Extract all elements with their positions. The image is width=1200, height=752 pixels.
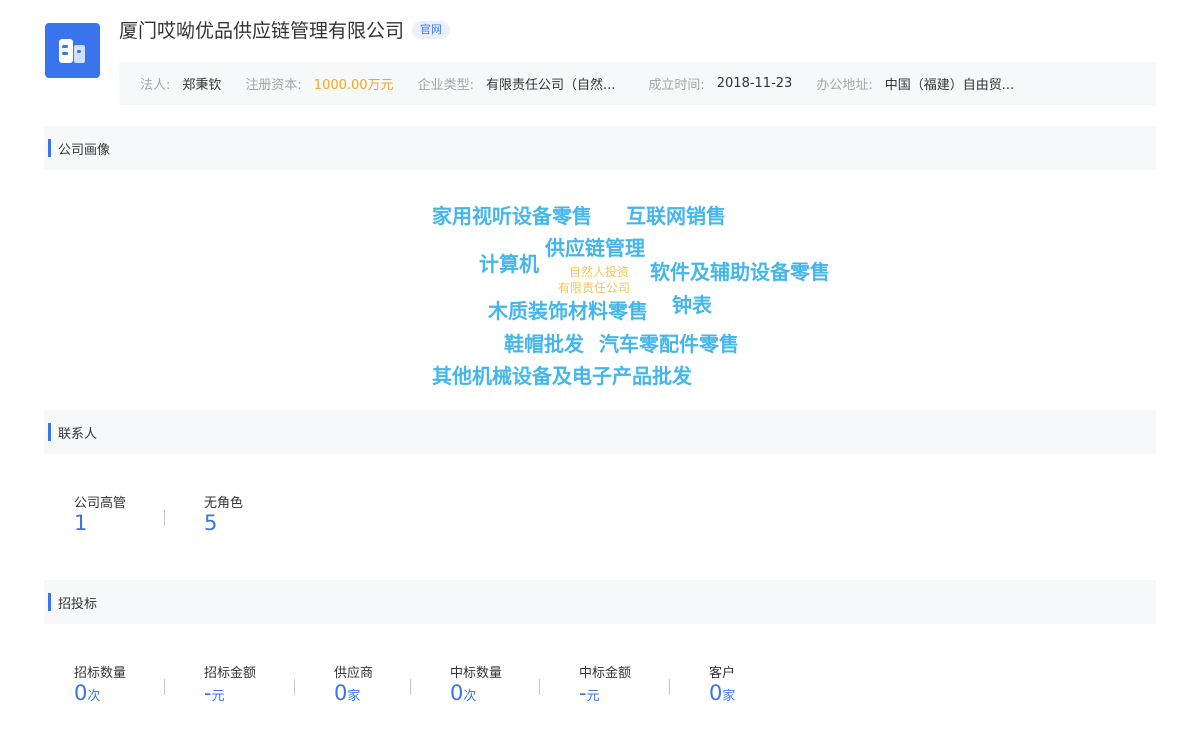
- section-bidding-header: 招投标: [44, 580, 1156, 624]
- word-cloud-term: 木质装饰材料零售: [488, 299, 648, 323]
- stat-divider: [410, 679, 411, 695]
- word-cloud-term: 其他机械设备及电子产品批发: [432, 364, 692, 388]
- bid-stat-tender-count[interactable]: 招标数量 0次: [74, 662, 126, 705]
- section-portrait-header: 公司画像: [44, 126, 1156, 170]
- building-icon: [59, 39, 85, 63]
- stat-label: 中标数量: [450, 666, 503, 681]
- section-accent-bar: [48, 139, 51, 157]
- word-cloud-term: 互联网销售: [626, 204, 726, 228]
- section-accent-bar: [48, 423, 51, 441]
- word-cloud-term: 计算机: [479, 252, 539, 276]
- info-label: 法人:: [140, 78, 171, 93]
- company-name: 厦门哎呦优品供应链管理有限公司: [119, 20, 405, 42]
- info-label: 注册资本:: [245, 78, 302, 93]
- company-type-value: 有限责任公司（自然...: [485, 78, 616, 93]
- contact-stat-executives[interactable]: 公司高管 1: [74, 492, 126, 535]
- stat-unit: 次: [87, 689, 101, 704]
- bid-stat-win-count[interactable]: 中标数量 0次: [450, 662, 502, 705]
- registered-capital: 注册资本: 1000.00万元: [245, 74, 393, 93]
- stat-label: 招标金额: [204, 666, 257, 681]
- word-cloud-term: 钟表: [672, 293, 712, 317]
- word-cloud-term: 汽车零配件零售: [599, 332, 739, 356]
- stat-number: 0: [450, 681, 464, 705]
- stat-unit: 家: [722, 689, 736, 704]
- word-cloud-term: 家用视听设备零售: [432, 204, 592, 228]
- stat-number: 0: [74, 681, 88, 705]
- info-label: 成立时间:: [648, 78, 705, 93]
- stat-divider: [164, 679, 165, 695]
- section-accent-bar: [48, 593, 51, 611]
- word-cloud-term: 软件及辅助设备零售: [650, 260, 830, 284]
- stat-label: 无角色: [204, 496, 244, 511]
- word-cloud-term: 鞋帽批发: [504, 332, 584, 356]
- word-cloud: 家用视听设备零售 互联网销售 供应链管理 计算机 自然人投资 软件及辅助设备零售…: [0, 0, 1200, 752]
- founded-date-value: 2018-11-23: [716, 76, 793, 91]
- contact-stat-no-role[interactable]: 无角色 5: [204, 492, 243, 535]
- stat-divider: [294, 679, 295, 695]
- stat-value: 0家: [334, 681, 373, 705]
- stat-value: 0次: [450, 681, 502, 705]
- registered-capital-value: 1000.00万元: [313, 78, 394, 93]
- stat-value: 1: [74, 511, 88, 535]
- section-title: 招投标: [58, 596, 98, 612]
- stat-divider: [539, 679, 540, 695]
- stat-number: -: [204, 681, 212, 705]
- bid-stat-tender-amount[interactable]: 招标金额 -元: [204, 662, 256, 705]
- section-title: 联系人: [58, 426, 98, 442]
- stat-value: 0家: [709, 681, 735, 705]
- company-type: 企业类型: 有限责任公司（自然...: [418, 74, 616, 93]
- section-contacts-header: 联系人: [44, 410, 1156, 454]
- company-info-bar: 法人: 郑秉钦 注册资本: 1000.00万元 企业类型: 有限责任公司（自然.…: [119, 62, 1156, 105]
- stat-value: 0次: [74, 681, 126, 705]
- stat-divider: [164, 510, 165, 526]
- company-logo: [45, 23, 100, 78]
- info-label: 办公地址:: [816, 78, 873, 93]
- stat-unit: 家: [347, 689, 361, 704]
- word-cloud-term: 有限责任公司: [558, 281, 631, 295]
- bid-stat-suppliers[interactable]: 供应商 0家: [334, 662, 373, 705]
- official-website-tag[interactable]: 官网: [412, 20, 451, 39]
- stat-label: 中标金额: [579, 666, 632, 681]
- bid-stat-win-amount[interactable]: 中标金额 -元: [579, 662, 631, 705]
- stat-unit: 元: [586, 689, 600, 704]
- info-label: 企业类型:: [417, 78, 474, 93]
- stat-divider: [669, 679, 670, 695]
- section-title: 公司画像: [58, 142, 111, 158]
- office-address-value: 中国（福建）自由贸...: [884, 78, 1015, 93]
- stat-number: 0: [709, 681, 723, 705]
- stat-number: -: [579, 681, 587, 705]
- stat-unit: 次: [463, 689, 477, 704]
- stat-value: -元: [579, 681, 631, 705]
- legal-person: 法人: 郑秉钦: [140, 74, 221, 93]
- bid-stat-customers[interactable]: 客户 0家: [709, 662, 735, 705]
- stat-label: 招标数量: [74, 666, 127, 681]
- stat-number: 0: [334, 681, 348, 705]
- stat-unit: 元: [211, 689, 225, 704]
- founded-date: 成立时间: 2018-11-23: [648, 74, 792, 93]
- stat-label: 供应商: [334, 666, 374, 681]
- stat-value: -元: [204, 681, 256, 705]
- word-cloud-term: 自然人投资: [569, 265, 630, 279]
- legal-person-value[interactable]: 郑秉钦: [182, 74, 221, 93]
- stat-label: 客户: [709, 666, 736, 681]
- office-address: 办公地址: 中国（福建）自由贸...: [816, 74, 1014, 93]
- company-title: 厦门哎呦优品供应链管理有限公司 官网: [119, 18, 451, 44]
- stat-label: 公司高管: [74, 496, 127, 511]
- word-cloud-term: 供应链管理: [545, 236, 645, 260]
- stat-value: 5: [204, 511, 218, 535]
